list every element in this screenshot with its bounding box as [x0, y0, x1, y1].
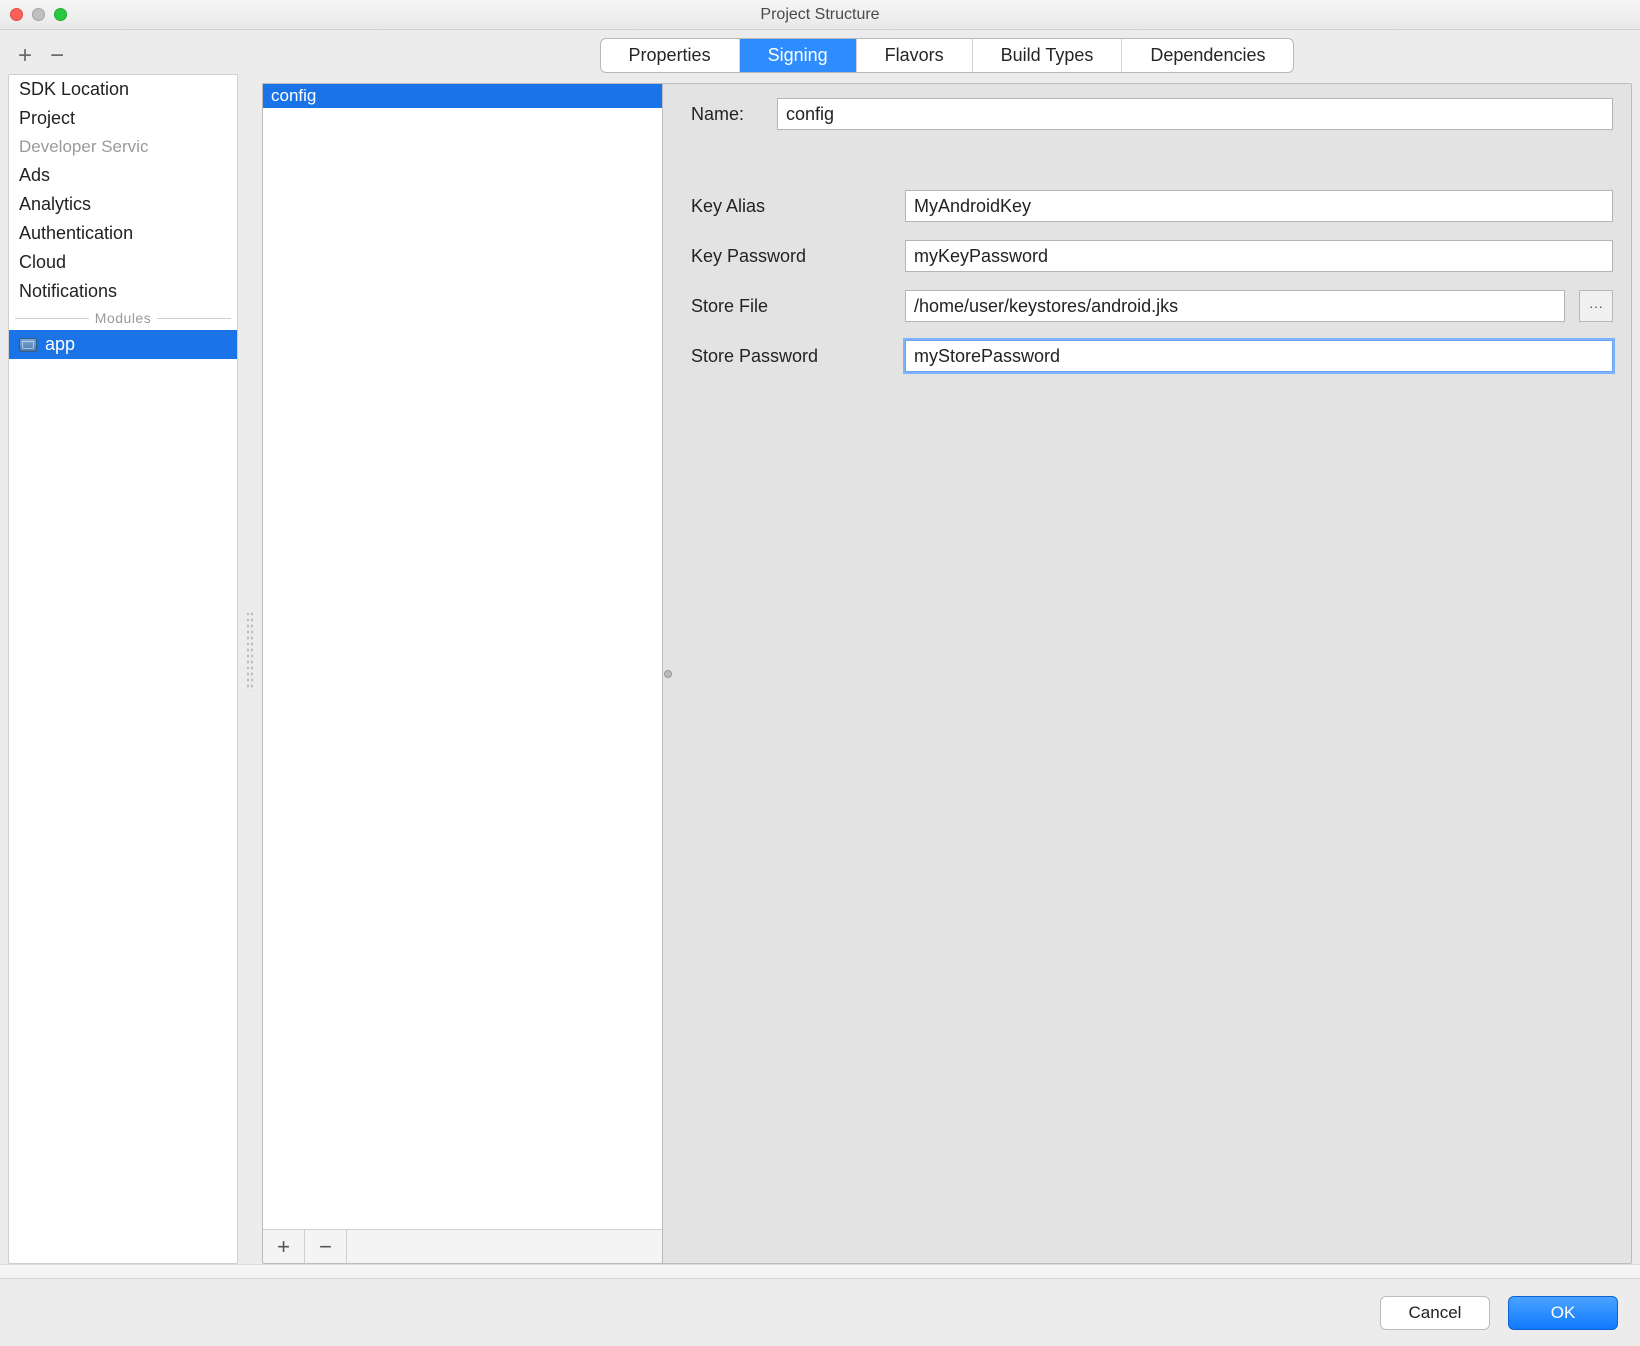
label-store-file: Store File	[691, 296, 891, 317]
browse-store-file-button[interactable]: ···	[1579, 290, 1613, 322]
sidebar-toolbar: + −	[8, 38, 238, 74]
titlebar: Project Structure	[0, 0, 1640, 30]
dialog-footer: Cancel OK	[0, 1278, 1640, 1346]
label-key-alias: Key Alias	[691, 196, 891, 217]
sidebar-item-cloud[interactable]: Cloud	[9, 248, 237, 277]
tabs-row: Properties Signing Flavors Build Types D…	[262, 38, 1632, 73]
signing-config-list-body[interactable]: config	[263, 84, 662, 1229]
ok-button[interactable]: OK	[1508, 1296, 1618, 1330]
input-name[interactable]	[777, 98, 1613, 130]
sidebar-item-sdk-location[interactable]: SDK Location	[9, 75, 237, 104]
label-store-password: Store Password	[691, 346, 891, 367]
dialog-body: + − SDK Location Project Developer Servi…	[0, 30, 1640, 1264]
sidebar-module-app[interactable]: app	[9, 330, 237, 359]
sidebar-module-label: app	[45, 334, 75, 355]
remove-config-button[interactable]: −	[305, 1230, 347, 1263]
signing-config-toolbar: + −	[263, 1229, 662, 1263]
add-module-button[interactable]: +	[18, 42, 32, 70]
cancel-button[interactable]: Cancel	[1380, 1296, 1490, 1330]
sidebar-splitter[interactable]	[246, 38, 254, 1264]
sidebar-section-modules: Modules	[9, 306, 237, 330]
modules-header-label: Modules	[95, 310, 151, 326]
project-structure-window: Project Structure + − SDK Location Proje…	[0, 0, 1640, 1346]
row-key-alias: Key Alias	[691, 190, 1613, 222]
tab-properties[interactable]: Properties	[601, 39, 740, 72]
input-key-alias[interactable]	[905, 190, 1613, 222]
tab-signing[interactable]: Signing	[740, 39, 857, 72]
tab-flavors[interactable]: Flavors	[857, 39, 973, 72]
signing-config-list: config + −	[263, 84, 663, 1263]
tab-build-types[interactable]: Build Types	[973, 39, 1123, 72]
input-store-password[interactable]	[905, 340, 1613, 372]
close-icon[interactable]	[10, 8, 23, 21]
sidebar-list: SDK Location Project Developer Servic Ad…	[8, 74, 238, 1264]
row-store-password: Store Password	[691, 340, 1613, 372]
row-store-file: Store File ···	[691, 290, 1613, 322]
sidebar-item-ads[interactable]: Ads	[9, 161, 237, 190]
signing-form: Name: Key Alias Key Password Store File	[673, 84, 1631, 1263]
sidebar-item-project[interactable]: Project	[9, 104, 237, 133]
form-spacer	[691, 148, 1613, 172]
signing-panel: config + − Name:	[262, 83, 1632, 1264]
sidebar-item-authentication[interactable]: Authentication	[9, 219, 237, 248]
input-store-file[interactable]	[905, 290, 1565, 322]
add-config-button[interactable]: +	[263, 1230, 305, 1263]
label-name: Name:	[691, 104, 763, 125]
status-bar	[0, 1264, 1640, 1278]
right-panel: Properties Signing Flavors Build Types D…	[262, 38, 1632, 1264]
label-key-password: Key Password	[691, 246, 891, 267]
window-controls	[10, 8, 67, 21]
config-splitter[interactable]	[663, 84, 673, 1263]
maximize-icon[interactable]	[54, 8, 67, 21]
row-name: Name:	[691, 98, 1613, 130]
input-key-password[interactable]	[905, 240, 1613, 272]
sidebar-section-developer-services: Developer Servic	[9, 133, 237, 161]
minimize-icon[interactable]	[32, 8, 45, 21]
window-title: Project Structure	[0, 6, 1640, 24]
module-icon	[19, 338, 37, 352]
tab-dependencies[interactable]: Dependencies	[1122, 39, 1293, 72]
tabs: Properties Signing Flavors Build Types D…	[600, 38, 1295, 73]
sidebar-item-notifications[interactable]: Notifications	[9, 277, 237, 306]
sidebar-item-analytics[interactable]: Analytics	[9, 190, 237, 219]
remove-module-button[interactable]: −	[50, 42, 64, 70]
splitter-handle-icon	[664, 670, 672, 678]
row-key-password: Key Password	[691, 240, 1613, 272]
sidebar: + − SDK Location Project Developer Servi…	[8, 38, 238, 1264]
signing-config-item[interactable]: config	[263, 84, 662, 108]
